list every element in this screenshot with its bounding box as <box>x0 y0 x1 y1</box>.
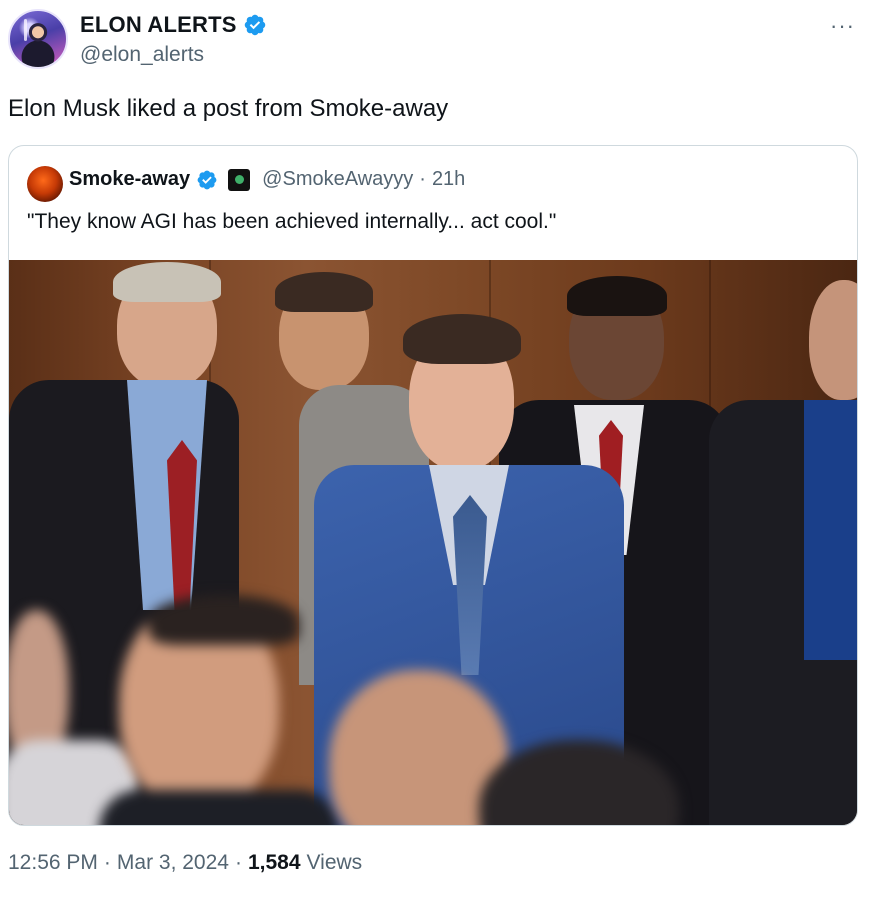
affiliate-badge-icon <box>228 168 251 191</box>
author-avatar[interactable] <box>8 9 68 69</box>
views-count: 1,584 <box>247 851 301 874</box>
meta-separator: · <box>234 851 242 874</box>
tweet-meta: 12:56 PM · Mar 3, 2024 · 1,584 Views <box>8 851 362 875</box>
meta-separator: · <box>103 851 111 874</box>
quoted-timestamp[interactable]: 21h <box>432 168 465 191</box>
quoted-photo[interactable] <box>9 260 857 825</box>
quoted-tweet-card[interactable]: Smoke-away @SmokeAwayyy · 21h "They know… <box>8 145 858 826</box>
author-name-row[interactable]: ELON ALERTS <box>80 12 267 38</box>
verified-badge-icon <box>244 14 265 36</box>
quoted-display-name[interactable]: Smoke-away <box>69 168 190 191</box>
post-time[interactable]: 12:56 PM <box>8 851 98 875</box>
verified-badge-icon <box>197 170 217 189</box>
views-label: Views <box>306 851 363 874</box>
avatar-light-icon <box>24 19 27 41</box>
quoted-header: Smoke-away @SmokeAwayyy · 21h <box>69 168 465 191</box>
author-display-name[interactable]: ELON ALERTS <box>80 12 237 38</box>
post-date[interactable]: Mar 3, 2024 <box>117 851 229 875</box>
quoted-author-avatar[interactable] <box>27 166 63 202</box>
tweet-text: Elon Musk liked a post from Smoke-away <box>8 95 449 122</box>
quoted-separator: · <box>419 168 426 190</box>
author-handle[interactable]: @elon_alerts <box>80 43 204 67</box>
tweet: ELON ALERTS @elon_alerts ··· Elon Musk l… <box>0 0 870 898</box>
quoted-text: "They know AGI has been achieved interna… <box>27 210 557 233</box>
more-options-icon[interactable]: ··· <box>830 15 855 37</box>
quoted-handle[interactable]: @SmokeAwayyy <box>262 168 413 191</box>
